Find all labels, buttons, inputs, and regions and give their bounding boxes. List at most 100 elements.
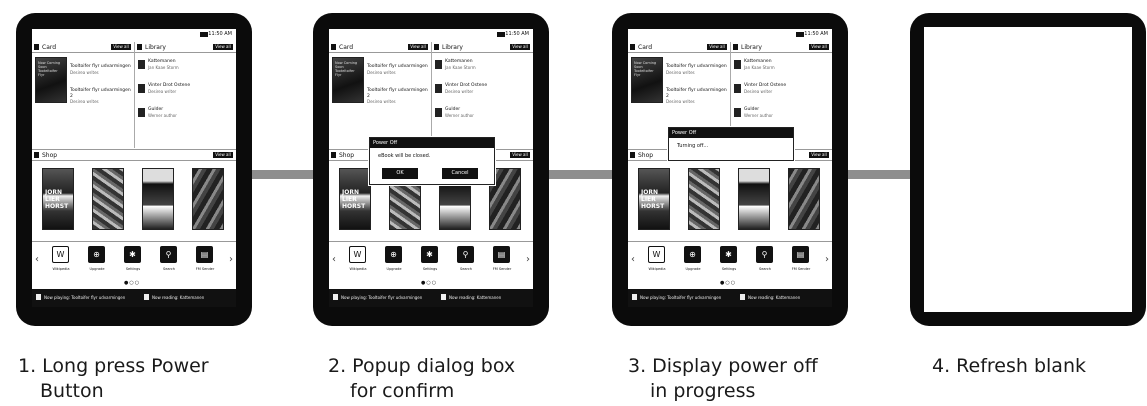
book-thumb-icon xyxy=(138,84,145,93)
app-wikipedia[interactable]: W Wikipedia xyxy=(341,246,375,280)
card-view-all-button[interactable]: View all xyxy=(111,44,131,50)
card-title: Card xyxy=(638,44,653,51)
card-cover[interactable]: Now Coming Soon Tooteltoifer Flyr xyxy=(631,57,663,103)
dialog-title: Power Off xyxy=(370,138,494,148)
shop-book[interactable] xyxy=(788,168,820,230)
card-entry[interactable]: Tooltoifer flyr udvarmingen Desirea writ… xyxy=(666,64,728,75)
radio-icon: ▤ xyxy=(792,246,809,263)
library-item[interactable]: Vinter Drot Ostene Desirea writer xyxy=(138,82,234,98)
chevron-right-icon[interactable]: › xyxy=(825,254,829,265)
book-icon xyxy=(740,294,745,300)
app-upgrade[interactable]: ⊕ Upgrade xyxy=(80,246,114,280)
shop-view-all-button[interactable]: View all xyxy=(510,152,530,158)
shop-title: Shop xyxy=(638,152,654,159)
ok-button[interactable]: OK xyxy=(382,168,418,179)
library-item[interactable]: Vinter Drot Ostene Desirea writer xyxy=(435,82,531,98)
library-item[interactable]: Kattemanen Jan Kaae Storm xyxy=(435,58,531,74)
app-settings[interactable]: ✱ Settings xyxy=(116,246,150,280)
app-fm-sender[interactable]: ▤ FM Sender xyxy=(485,246,519,280)
ereader-device-4 xyxy=(910,13,1146,326)
app-label: Settings xyxy=(125,267,141,271)
chevron-left-icon[interactable]: ‹ xyxy=(35,254,39,265)
cancel-button[interactable]: Cancel xyxy=(442,168,478,179)
card-icon xyxy=(630,44,635,50)
card-cover[interactable]: Now Coming Soon Tooteltoifer Flyr xyxy=(332,57,364,103)
book-thumb-icon xyxy=(734,84,741,93)
now-playing-text[interactable]: Now playing: Tooltoifer flyr udvarmingen xyxy=(341,295,422,300)
upgrade-icon: ⊕ xyxy=(385,246,402,263)
app-upgrade[interactable]: ⊕ Upgrade xyxy=(377,246,411,280)
app-search[interactable]: ⚲ Search xyxy=(449,246,483,280)
library-view-all-button[interactable]: View all xyxy=(510,44,530,50)
library-item[interactable]: Gulder Werner author xyxy=(138,106,234,122)
library-item[interactable]: Gulder Werner author xyxy=(734,106,830,122)
shop-panel: Shop View all JORN LIER HORST xyxy=(32,149,236,240)
library-view-all-button[interactable]: View all xyxy=(809,44,829,50)
shop-view-all-button[interactable]: View all xyxy=(809,152,829,158)
card-entry-sub: Desirea writes xyxy=(666,69,695,75)
status-time: 11:50 AM xyxy=(505,31,529,37)
app-wikipedia[interactable]: W Wikipedia xyxy=(44,246,78,280)
shop-book[interactable] xyxy=(738,168,770,230)
app-label: Wikipedia xyxy=(648,267,666,271)
card-header: Card View all xyxy=(32,42,134,53)
app-fm-sender[interactable]: ▤ FM Sender xyxy=(188,246,222,280)
status-time: 11:50 AM xyxy=(804,31,828,37)
library-item[interactable]: Gulder Werner author xyxy=(435,106,531,122)
chevron-right-icon[interactable]: › xyxy=(229,254,233,265)
app-fm-sender[interactable]: ▤ FM Sender xyxy=(784,246,818,280)
radio-icon: ▤ xyxy=(196,246,213,263)
card-entry-sub: Desirea writes xyxy=(70,99,99,104)
library-item[interactable]: Kattemanen Jan Kaae Storm xyxy=(138,58,234,74)
app-search[interactable]: ⚲ Search xyxy=(152,246,186,280)
book-thumb-icon xyxy=(138,60,145,69)
card-entry[interactable]: Tooltoifer flyr udvarmingen Desirea writ… xyxy=(367,64,429,75)
dialog-message: Turning off... xyxy=(677,143,709,149)
card-view-all-button[interactable]: View all xyxy=(408,44,428,50)
card-entry[interactable]: Tooltoifer flyr udvarmingen Desirea writ… xyxy=(70,64,132,75)
app-wikipedia[interactable]: W Wikipedia xyxy=(640,246,674,280)
card-entry[interactable]: Tooltoifer flyr udvarmingen 2 Desirea wr… xyxy=(666,88,728,105)
shop-book[interactable]: JORN LIER HORST xyxy=(638,168,670,230)
dialog-message: eBook will be closed. xyxy=(378,153,431,159)
shop-header: Shop View all xyxy=(32,150,236,161)
card-entry-sub: Desirea writes xyxy=(367,99,396,104)
now-playing-text[interactable]: Now playing: Tooltoifer flyr udvarmingen xyxy=(44,295,125,300)
app-settings[interactable]: ✱ Settings xyxy=(712,246,746,280)
app-label: Upgrade xyxy=(386,267,402,271)
card-entry-title: Tooltoifer flyr udvarmingen 2 xyxy=(70,88,131,99)
shop-book[interactable] xyxy=(142,168,174,230)
library-item[interactable]: Vinter Drot Ostene Desirea writer xyxy=(734,82,830,98)
card-entry[interactable]: Tooltoifer flyr udvarmingen 2 Desirea wr… xyxy=(367,88,429,105)
app-settings[interactable]: ✱ Settings xyxy=(413,246,447,280)
connector-3-4 xyxy=(848,170,912,179)
app-upgrade[interactable]: ⊕ Upgrade xyxy=(676,246,710,280)
caption-line-1: 1. Long press Power xyxy=(18,355,209,377)
now-reading-text[interactable]: Now reading: Kattemanen xyxy=(748,295,800,300)
now-reading-text[interactable]: Now reading: Kattemanen xyxy=(449,295,501,300)
card-entry-sub: Desirea writes xyxy=(70,69,99,75)
library-item-title: Gulder xyxy=(744,107,760,112)
library-view-all-button[interactable]: View all xyxy=(213,44,233,50)
library-item-sub: Desirea writer xyxy=(744,89,773,94)
step-caption-1: 1. Long press Power Button xyxy=(18,354,209,404)
now-reading-text[interactable]: Now reading: Kattemanen xyxy=(152,295,204,300)
library-item-sub: Desirea writer xyxy=(148,89,177,94)
caption-line-1: 3. Display power off xyxy=(628,355,818,377)
shop-book[interactable] xyxy=(92,168,124,230)
card-cover[interactable]: Now Coming Soon Tooteltoifer Flyr xyxy=(35,57,67,103)
chevron-left-icon[interactable]: ‹ xyxy=(332,254,336,265)
shop-book[interactable] xyxy=(192,168,224,230)
chevron-right-icon[interactable]: › xyxy=(526,254,530,265)
card-entry[interactable]: Tooltoifer flyr udvarmingen 2 Desirea wr… xyxy=(70,88,132,105)
shop-panel: Shop View all JORN LIER HORST xyxy=(628,149,832,240)
chevron-left-icon[interactable]: ‹ xyxy=(631,254,635,265)
shop-book[interactable]: JORN LIER HORST xyxy=(42,168,74,230)
shop-book[interactable]: JORN LIER HORST xyxy=(339,168,371,230)
shop-view-all-button[interactable]: View all xyxy=(213,152,233,158)
library-item[interactable]: Kattemanen Jan Kaae Storm xyxy=(734,58,830,74)
card-view-all-button[interactable]: View all xyxy=(707,44,727,50)
now-playing-text[interactable]: Now playing: Tooltoifer flyr udvarmingen xyxy=(640,295,721,300)
app-search[interactable]: ⚲ Search xyxy=(748,246,782,280)
shop-book[interactable] xyxy=(688,168,720,230)
